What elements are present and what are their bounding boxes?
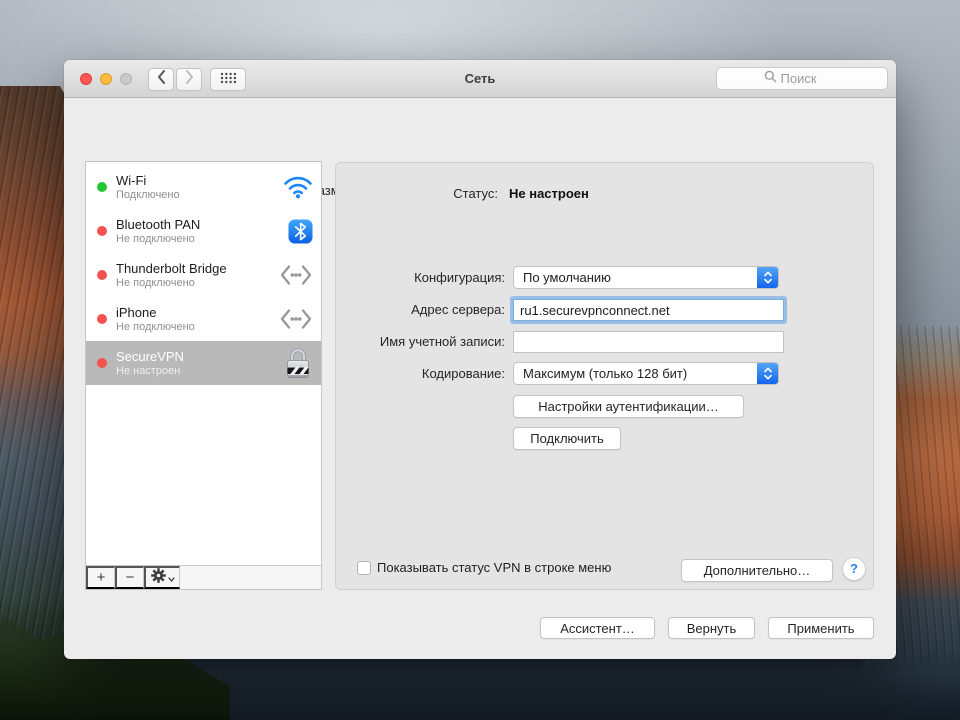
apply-button[interactable]: Применить [768,617,874,639]
sidebar-item-wifi[interactable]: Wi-Fi Подключено [86,165,321,209]
revert-button[interactable]: Вернуть [668,617,755,639]
search-icon [764,70,777,88]
encryption-popup-value: Максимум (только 128 бит) [514,363,778,385]
status-dot-red [97,314,107,324]
service-name: Thunderbolt Bridge [116,261,273,276]
status-dot-red [97,358,107,368]
status-dot-red [97,270,107,280]
chevron-down-icon [168,569,175,586]
gear-icon [151,568,166,587]
service-status: Не подключено [116,277,273,289]
bluetooth-icon [288,219,313,244]
action-menu-button[interactable] [144,566,180,589]
title-bar[interactable]: Сеть [64,60,896,98]
grid-icon [220,71,237,89]
bridge-icon [279,264,313,286]
services-sidebar: Wi-Fi Подключено [85,161,322,590]
service-text: iPhone Не подключено [116,305,273,333]
service-name: SecureVPN [116,349,277,364]
minimize-button[interactable] [100,73,112,85]
configuration-popup-value: По умолчанию [514,267,778,289]
sidebar-item-thunderbolt-bridge[interactable]: Thunderbolt Bridge Не подключено [86,253,321,297]
encryption-label: Кодирование: [336,366,505,381]
close-button[interactable] [80,73,92,85]
configuration-label: Конфигурация: [336,270,505,285]
show-vpn-status-row: Показывать статус VPN в строке меню [357,560,611,575]
service-name: iPhone [116,305,273,320]
service-status: Не подключено [116,321,273,333]
show-vpn-status-checkbox[interactable] [357,561,371,575]
vpn-settings-pane: Статус: Не настроен Конфигурация: По умо… [335,162,874,590]
desktop-wallpaper: Сеть Размещение: Автоматическое [0,0,960,720]
popup-stepper-icon [757,267,778,288]
service-text: Thunderbolt Bridge Не подключено [116,261,273,289]
account-name-label: Имя учетной записи: [336,334,505,349]
forward-button[interactable] [176,68,202,91]
network-preferences-window: Сеть Размещение: Автоматическое [64,60,896,659]
sidebar-item-bluetooth-pan[interactable]: Bluetooth PAN Не подключено [86,209,321,253]
add-service-button[interactable]: + [86,566,115,589]
account-name-input[interactable] [513,331,784,353]
status-dot-green [97,182,107,192]
service-text: Bluetooth PAN Не подключено [116,217,282,245]
traffic-lights [80,73,132,85]
show-vpn-status-label: Показывать статус VPN в строке меню [377,560,611,575]
service-status: Подключено [116,189,277,201]
server-address-input[interactable] [513,299,784,321]
service-text: SecureVPN Не настроен [116,349,277,377]
connect-button[interactable]: Подключить [513,427,621,450]
search-input[interactable] [781,71,841,86]
help-button[interactable]: ? [842,557,866,581]
chevron-right-icon [185,70,194,89]
service-name: Bluetooth PAN [116,217,282,232]
encryption-popup[interactable]: Максимум (только 128 бит) [513,362,779,385]
remove-service-button[interactable]: − [115,566,144,589]
assistant-button[interactable]: Ассистент… [540,617,655,639]
bridge-icon [279,308,313,330]
sidebar-item-iphone[interactable]: iPhone Не подключено [86,297,321,341]
vpn-lock-icon [283,346,313,381]
configuration-popup[interactable]: По умолчанию [513,266,779,289]
search-field[interactable] [716,67,888,90]
service-status: Не настроен [116,365,277,377]
service-text: Wi-Fi Подключено [116,173,277,201]
chevron-left-icon [157,70,166,89]
sidebar-item-securevpn[interactable]: SecureVPN Не настроен [86,341,321,385]
sidebar-footer: + − [86,565,321,589]
advanced-button[interactable]: Дополнительно… [681,559,833,582]
server-address-label: Адрес сервера: [336,302,505,317]
authentication-settings-button[interactable]: Настройки аутентификации… [513,395,744,418]
popup-stepper-icon [757,363,778,384]
back-button[interactable] [148,68,174,91]
services-list: Wi-Fi Подключено [86,162,321,565]
show-all-button[interactable] [210,68,246,91]
wifi-icon [283,175,313,199]
status-label: Статус: [329,186,498,201]
service-status: Не подключено [116,233,282,245]
service-name: Wi-Fi [116,173,277,188]
status-value: Не настроен [509,186,589,201]
zoom-button[interactable] [120,73,132,85]
status-dot-red [97,226,107,236]
